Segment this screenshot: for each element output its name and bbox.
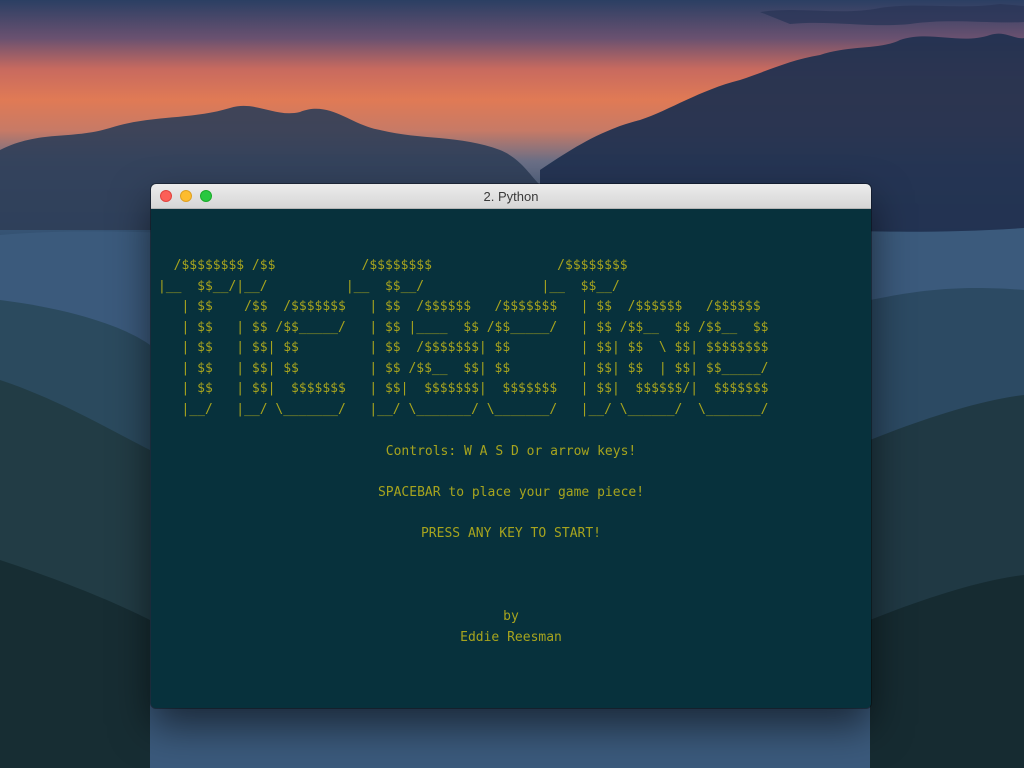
ascii-art-line: /$$$$$$$$ /$$ /$$$$$$$$ /$$$$$$$$ xyxy=(158,258,628,273)
ascii-art-line: | $$ | $$| $$ | $$ /$$__ $$| $$ | $$| $$… xyxy=(158,360,769,376)
ascii-art-title: /$$$$$$$$ /$$ /$$$$$$$$ /$$$$$$$$ |__ $$… xyxy=(158,256,768,420)
window-title: 2. Python xyxy=(483,189,539,204)
window-titlebar[interactable]: 2. Python xyxy=(151,184,871,209)
ascii-art-line: | $$ /$$ /$$$$$$$ | $$ /$$$$$$ /$$$$$$$ … xyxy=(158,299,761,314)
ascii-art-line: | $$ | $$ /$$_____/ | $$ |____ $$ /$$___… xyxy=(158,319,769,335)
terminal-content[interactable]: /$$$$$$$$ /$$ /$$$$$$$$ /$$$$$$$$ |__ $$… xyxy=(151,209,871,708)
author-name: Eddie Reesman xyxy=(460,630,562,645)
controls-instruction: Controls: W A S D or arrow keys! xyxy=(385,444,637,459)
start-prompt: PRESS ANY KEY TO START! xyxy=(420,526,601,541)
spacebar-instruction: SPACEBAR to place your game piece! xyxy=(377,485,645,500)
by-label: by xyxy=(503,609,519,624)
terminal-window: 2. Python /$$$$$$$$ /$$ /$$$$$$$$ /$$$$$… xyxy=(151,184,871,708)
ascii-art-line: | $$ | $$| $$$$$$$ | $$| $$$$$$$| $$$$$$… xyxy=(158,381,769,396)
ascii-art-line: |__/ |__/ \_______/ |__/ \_______/ \____… xyxy=(158,401,769,417)
ascii-art-line: | $$ | $$| $$ | $$ /$$$$$$$| $$ | $$| $$… xyxy=(158,340,769,355)
ascii-art-line: |__ $$__/|__/ |__ $$__/ |__ $$__/ xyxy=(158,278,620,294)
